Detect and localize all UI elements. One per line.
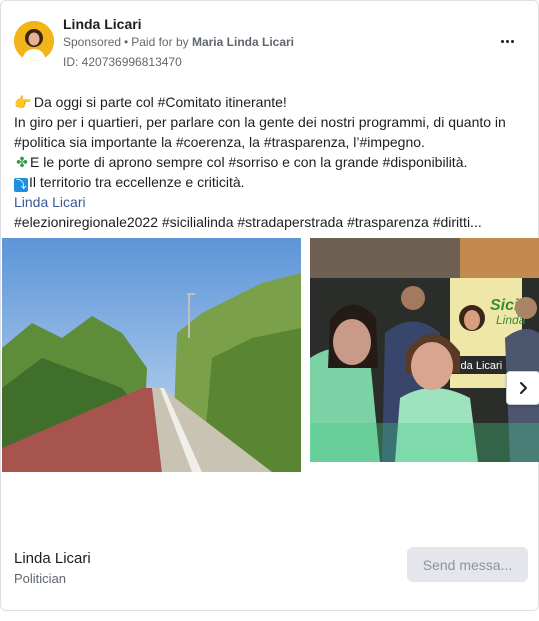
avatar-image [14, 21, 54, 61]
clover-icon: ✤ [16, 154, 28, 170]
body-line-2: In giro per i quartieri, per parlare con… [14, 114, 506, 130]
ad-id: ID: 420736996813470 [63, 55, 182, 69]
carousel-next-button[interactable] [506, 371, 539, 405]
ad-card: Linda Licari Sponsored • Paid for by Maria… [0, 0, 539, 611]
send-message-button[interactable]: Send messa... [407, 547, 528, 582]
body-line-5: ⤵ Il territorio tra eccellenze e criticit… [14, 172, 526, 192]
ad-body-text: 👉 Da oggi si parte col #Comitato itinera… [14, 92, 526, 232]
separator-dot: • [124, 35, 129, 49]
media-carousel: Sicilia Linda inda Licari [1, 238, 539, 472]
body-line-4: ✤ E le porte di aprono sempre col #sorris… [14, 152, 526, 172]
more-options-icon[interactable] [495, 32, 519, 50]
carousel-image-group[interactable]: Sicilia Linda inda Licari [310, 238, 539, 462]
page-name[interactable]: Linda Licari [63, 16, 142, 32]
paid-for-prefix: Paid for by [131, 35, 189, 49]
pointing-hand-icon: 👉 [14, 94, 32, 110]
body-hashtags: #elezioniregionale2022 #sicilialinda #st… [14, 214, 482, 230]
body-line-1-text: Da oggi si parte col #Comitato itinerant… [33, 94, 287, 110]
avatar[interactable] [14, 21, 54, 61]
arrow-square-icon: ⤵ [14, 178, 28, 192]
footer-category: Politician [14, 571, 67, 586]
body-line-1: 👉 Da oggi si parte col #Comitato itinera… [14, 92, 526, 112]
body-line-5-text: Il territorio tra eccellenze e criticità… [29, 174, 245, 190]
body-link-name[interactable]: Linda Licari [14, 192, 526, 212]
carousel-image-road[interactable] [2, 238, 301, 472]
paid-for-name[interactable]: Maria Linda Licari [192, 35, 294, 49]
chevron-right-icon [520, 382, 527, 394]
sponsored-line: Sponsored • Paid for by Maria Linda Licari [63, 35, 294, 49]
body-line-4-text: E le porte di aprono sempre col #sorriso… [30, 154, 468, 170]
footer-page-name[interactable]: Linda Licari [14, 550, 91, 567]
body-line-3: #politica sia importante la #coerenza, l… [14, 134, 425, 150]
sponsored-label: Sponsored [63, 35, 122, 49]
